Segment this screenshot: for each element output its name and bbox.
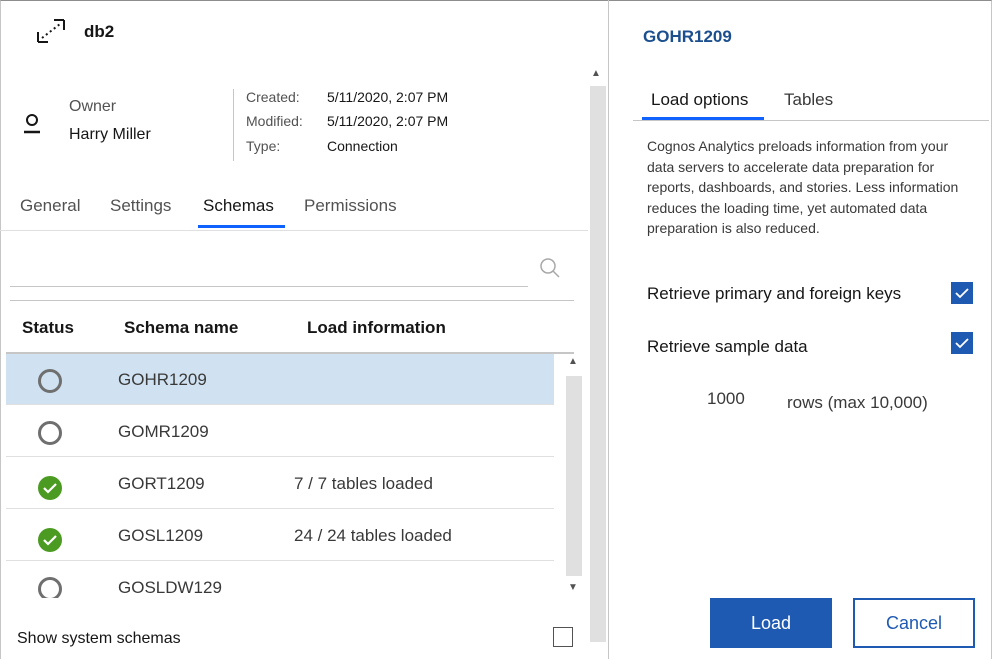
retrieve-sample-label: Retrieve sample data <box>647 337 808 356</box>
sample-rows-label: rows (max 10,000) <box>787 393 928 412</box>
retrieve-keys-checkbox[interactable] <box>951 282 973 304</box>
connection-icon <box>37 19 65 43</box>
load-options-description: Cognos Analytics preloads information fr… <box>647 138 959 237</box>
load-information: 7 / 7 tables loaded <box>294 474 433 493</box>
load-information: 24 / 24 tables loaded <box>294 526 452 545</box>
column-header-status[interactable]: Status <box>22 318 74 338</box>
column-header-schema-name[interactable]: Schema name <box>124 318 238 338</box>
pane-scrollbar[interactable]: ▲ <box>588 64 606 659</box>
scroll-down-icon[interactable]: ▼ <box>568 582 578 593</box>
checkmark-status-icon <box>38 476 62 500</box>
load-options-panel: GOHR1209 Load options Tables Cognos Anal… <box>609 0 992 659</box>
checkmark-status-icon <box>38 528 62 552</box>
not-loaded-status-icon <box>38 577 62 598</box>
search-underline <box>10 286 528 287</box>
modified-value: 5/11/2020, 2:07 PM <box>327 113 449 129</box>
created-label: Created: <box>246 89 300 105</box>
type-label: Type: <box>246 138 281 154</box>
schema-name: GOHR1209 <box>118 370 207 389</box>
tab-settings[interactable]: Settings <box>110 196 171 232</box>
meta-divider <box>233 89 234 161</box>
show-system-schemas-label: Show system schemas <box>17 630 181 647</box>
tab-load-options[interactable]: Load options <box>651 90 748 110</box>
search-box <box>10 245 574 301</box>
search-divider <box>10 300 574 301</box>
scroll-thumb[interactable] <box>590 86 606 642</box>
user-icon <box>24 114 40 134</box>
table-row[interactable]: GOSLDW129 <box>6 562 554 598</box>
schema-name: GOSL1209 <box>118 526 204 545</box>
tab-general[interactable]: General <box>20 196 80 232</box>
panel-title: GOHR1209 <box>643 27 732 46</box>
column-header-load-information[interactable]: Load information <box>307 318 446 338</box>
owner-name: Harry Miller <box>69 126 151 143</box>
table-row[interactable]: GOHR1209 <box>6 354 554 405</box>
retrieve-sample-checkbox[interactable] <box>951 332 973 354</box>
sample-rows-input[interactable]: 1000 <box>707 389 745 409</box>
load-button[interactable]: Load <box>710 598 832 648</box>
list-scrollbar[interactable]: ▲ ▼ <box>564 356 582 598</box>
type-value: Connection <box>327 138 398 154</box>
properties-pane: db2 ▲ Owner Harry Miller Created: 5/11/2… <box>0 0 608 659</box>
tabs-divider <box>633 120 989 121</box>
search-input[interactable] <box>10 245 528 285</box>
tabs-divider <box>0 230 588 231</box>
show-system-schemas-checkbox[interactable] <box>553 627 573 647</box>
cancel-button[interactable]: Cancel <box>853 598 975 648</box>
scroll-up-icon[interactable]: ▲ <box>568 356 578 367</box>
tab-permissions[interactable]: Permissions <box>304 196 397 232</box>
table-row[interactable]: GORT1209 7 / 7 tables loaded <box>6 458 554 509</box>
search-icon[interactable] <box>538 256 564 280</box>
table-row[interactable]: GOMR1209 <box>6 406 554 457</box>
tab-tables[interactable]: Tables <box>784 90 833 110</box>
schema-name: GOMR1209 <box>118 422 209 441</box>
owner-label: Owner <box>69 98 117 115</box>
scroll-thumb[interactable] <box>566 376 582 576</box>
retrieve-keys-label: Retrieve primary and foreign keys <box>647 284 902 303</box>
schema-name: GOSLDW129 <box>118 578 222 597</box>
scroll-up-icon[interactable]: ▲ <box>591 68 601 79</box>
created-value: 5/11/2020, 2:07 PM <box>327 89 449 105</box>
table-row[interactable]: GOSL1209 24 / 24 tables loaded <box>6 510 554 561</box>
modified-label: Modified: <box>246 113 303 129</box>
schema-name: GORT1209 <box>118 474 205 493</box>
connection-name: db2 <box>84 22 115 41</box>
not-loaded-status-icon <box>38 421 62 445</box>
not-loaded-status-icon <box>38 369 62 393</box>
active-tab-indicator <box>198 225 285 228</box>
schema-list: GOHR1209 GOMR1209 GORT1209 7 / 7 tables … <box>6 354 554 598</box>
